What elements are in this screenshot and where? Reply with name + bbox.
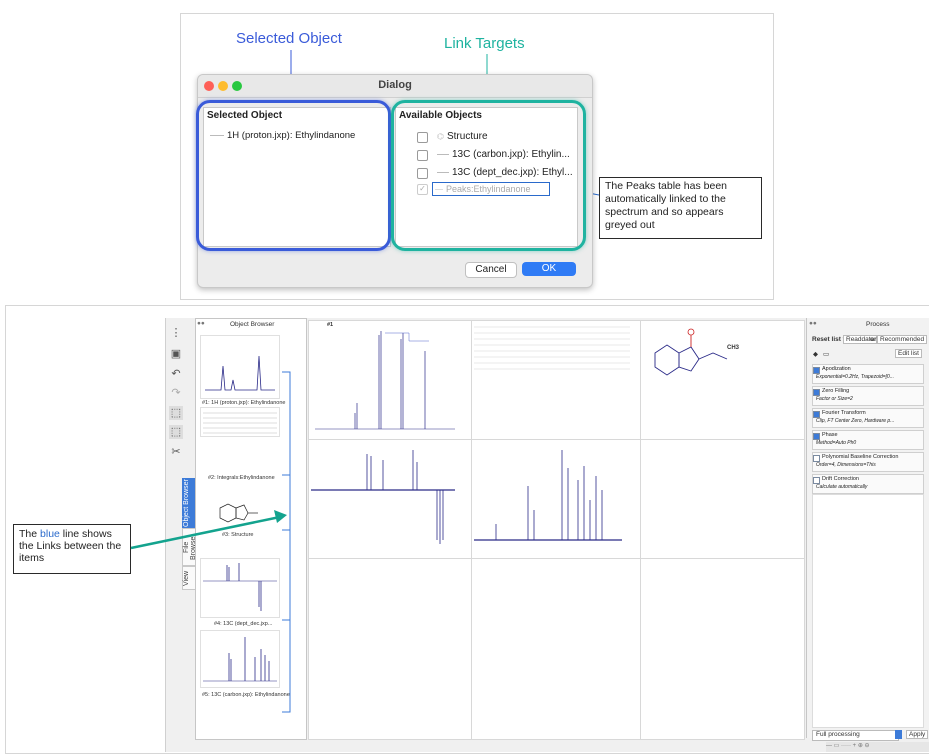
- process-step-apodization[interactable]: Apodization Exponential=0.2Hz, Trapezoid…: [812, 364, 924, 384]
- cell-carbon-spectrum-plot: [474, 450, 622, 541]
- drift-checkbox[interactable]: [813, 477, 820, 484]
- grid-cell-empty-6[interactable]: [640, 439, 805, 559]
- process-list-empty-area: [812, 494, 924, 728]
- structure-molecule: [654, 328, 728, 376]
- process-step-fourier-transform[interactable]: Fourier Transform Clip, FT Center Zero, …: [812, 408, 924, 428]
- grid-cell-structure[interactable]: CH3: [640, 320, 805, 440]
- structure-ch3-label: CH3: [727, 345, 740, 351]
- process-step-phase[interactable]: Phase Method=Auto Ph0: [812, 430, 924, 450]
- grid-cell-empty-9[interactable]: [640, 558, 805, 740]
- or-label: or: [870, 336, 877, 343]
- process-step-zero-filling[interactable]: Zero Filling Factor or Size=2: [812, 386, 924, 406]
- grid-cell-dept-spectrum[interactable]: [308, 439, 472, 559]
- process-window-controls[interactable]: ●●: [809, 320, 817, 327]
- zoom-toolbar[interactable]: — ▭ ····· + ⊕ ⊖: [826, 742, 929, 752]
- phase-checkbox[interactable]: [813, 433, 820, 440]
- select-dropdown-icon[interactable]: [895, 730, 902, 739]
- process-step-baseline[interactable]: Polynomial Baseline Correction Order=4, …: [812, 452, 924, 472]
- edit-list-button[interactable]: Edit list: [895, 349, 922, 358]
- baseline-checkbox[interactable]: [813, 455, 820, 462]
- processing-select[interactable]: Full processing: [812, 730, 899, 741]
- cell-dept-spectrum-plot: [311, 450, 455, 544]
- cell-1h-spectrum-plot: [315, 331, 455, 430]
- blue-line-note: The blue line shows the Links between th…: [13, 524, 131, 574]
- grid-cell-empty-8[interactable]: [471, 558, 641, 740]
- grid-cell-empty-7[interactable]: [308, 558, 472, 740]
- grid-cell-peaks-table[interactable]: [471, 320, 641, 440]
- recommended-button[interactable]: Recommended: [877, 335, 928, 344]
- fourier-transform-checkbox[interactable]: [813, 411, 820, 418]
- apply-button[interactable]: Apply: [906, 730, 929, 739]
- process-title: Process: [866, 321, 890, 328]
- cell-tag: #1: [327, 322, 334, 328]
- process-step-drift[interactable]: Drift Correction Calculate automatically: [812, 474, 924, 494]
- list-icon[interactable]: ▭: [823, 350, 829, 358]
- zero-filling-checkbox[interactable]: [813, 389, 820, 396]
- grid-cell-carbon-spectrum[interactable]: [471, 439, 641, 559]
- peaks-table-lines: [474, 326, 630, 370]
- brush-icon[interactable]: ◆: [813, 350, 818, 358]
- apodization-checkbox[interactable]: [813, 367, 820, 374]
- grid-cell-1h-spectrum[interactable]: #1: [308, 320, 472, 440]
